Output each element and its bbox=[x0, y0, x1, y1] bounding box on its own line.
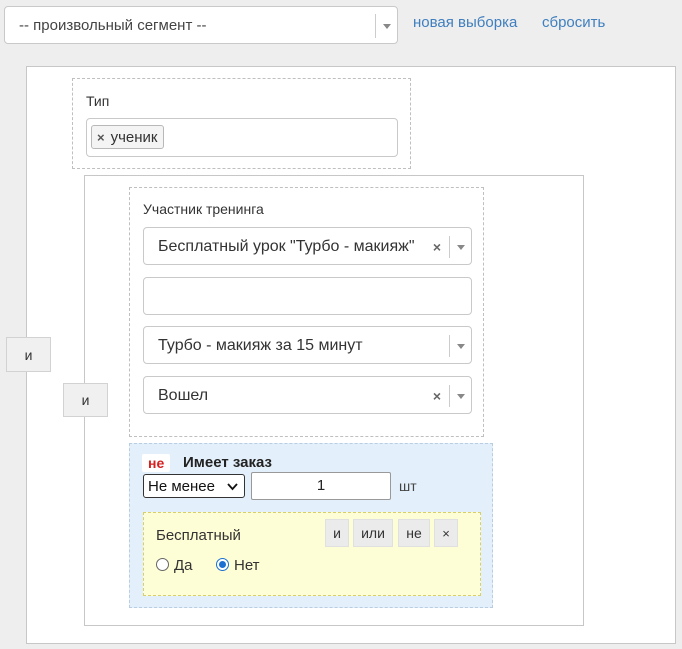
clear-icon[interactable]: × bbox=[433, 388, 441, 404]
not-toggle-badge[interactable]: не bbox=[142, 454, 171, 472]
type-tag-label: ученик bbox=[110, 128, 158, 146]
chevron-down-icon[interactable] bbox=[449, 385, 471, 407]
lesson-select[interactable]: Турбо - макияж за 15 минут bbox=[143, 326, 472, 364]
radio-no[interactable] bbox=[216, 558, 229, 571]
free-condition-block bbox=[143, 512, 481, 596]
type-filter-label: Тип bbox=[86, 93, 110, 109]
training-select-value: Бесплатный урок "Турбо - макияж" bbox=[158, 238, 415, 255]
quantity-unit: шт bbox=[399, 478, 417, 494]
comparison-select[interactable]: Не менее bbox=[143, 474, 245, 498]
segment-select-value: -- произвольный сегмент -- bbox=[19, 17, 207, 34]
root-and-button[interactable]: и bbox=[6, 337, 51, 372]
chevron-down-icon[interactable] bbox=[449, 335, 471, 357]
comparison-select-value: Не менее bbox=[148, 478, 215, 495]
training-extra-input[interactable] bbox=[143, 277, 472, 315]
type-tag: × ученик bbox=[91, 125, 165, 149]
chevron-down-icon[interactable] bbox=[449, 236, 471, 258]
sub-or-button[interactable]: или bbox=[353, 519, 393, 547]
status-select[interactable]: Вошел × bbox=[143, 376, 472, 414]
nested-and-button[interactable]: и bbox=[63, 383, 108, 417]
quantity-input[interactable]: 1 bbox=[251, 472, 391, 500]
clear-icon[interactable]: × bbox=[433, 239, 441, 255]
reset-link[interactable]: сбросить bbox=[542, 14, 605, 31]
chevron-down-icon bbox=[227, 483, 238, 491]
training-select[interactable]: Бесплатный урок "Турбо - макияж" × bbox=[143, 227, 472, 265]
radio-yes[interactable] bbox=[156, 558, 169, 571]
has-order-title: Имеет заказ bbox=[183, 454, 272, 471]
status-select-value: Вошел bbox=[158, 387, 209, 404]
segment-select[interactable]: -- произвольный сегмент -- bbox=[4, 6, 398, 44]
sub-and-button[interactable]: и bbox=[325, 519, 349, 547]
free-condition-label: Бесплатный bbox=[156, 527, 241, 544]
type-tag-input[interactable]: × ученик bbox=[86, 118, 398, 157]
lesson-select-value: Турбо - макияж за 15 минут bbox=[158, 337, 363, 354]
sub-not-button[interactable]: не bbox=[398, 519, 430, 547]
new-selection-link[interactable]: новая выборка bbox=[413, 14, 517, 31]
remove-tag-icon[interactable]: × bbox=[97, 130, 105, 145]
remove-condition-button[interactable]: × bbox=[434, 519, 458, 547]
chevron-down-icon[interactable] bbox=[375, 14, 397, 38]
radio-yes-label: Да bbox=[174, 557, 193, 574]
radio-no-label: Нет bbox=[234, 557, 260, 574]
training-participant-label: Участник тренинга bbox=[143, 201, 264, 217]
